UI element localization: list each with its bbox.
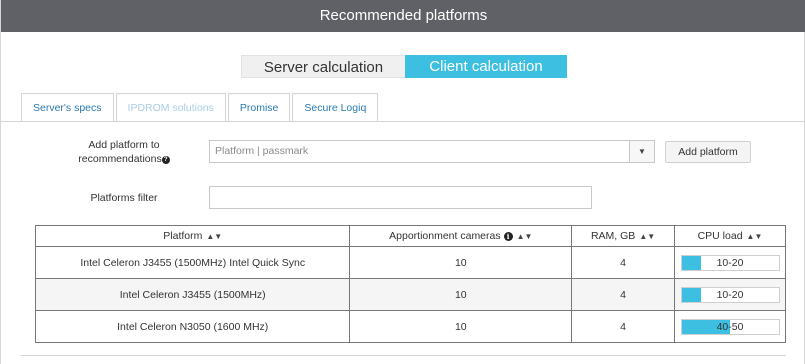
column-label: RAM, GB [590, 230, 636, 242]
sort-arrows-icon: ▲▼ [639, 232, 656, 241]
sort-arrows-icon: ▲▼ [206, 232, 223, 241]
table-header-row: Platform ▲▼ Apportionment cameras i ▲▼ RAM,… [34, 225, 786, 247]
cpu-load-cell: 10-20 [674, 246, 786, 279]
platforms-filter-input[interactable] [209, 186, 592, 209]
server-calculation-button[interactable]: Server calculation [241, 55, 405, 78]
platforms-filter-label: Platforms filter [90, 192, 158, 204]
calculation-mode-toggle: Server calculation Client calculation [241, 55, 567, 78]
column-label: Apportionment cameras [389, 230, 501, 242]
cameras-cell: 10 [349, 310, 573, 343]
tab-secure-logiq[interactable]: Secure Logiq [292, 93, 379, 122]
column-label: Platform [163, 230, 203, 242]
table-row[interactable]: Intel Celeron J3455 (1500MHz) Intel Quic… [34, 246, 786, 279]
table-row[interactable]: Intel Celeron J3455 (1500MHz) 10 4 10-20 [34, 278, 786, 311]
tab-bar: Server's specs IPDROM solutions Promise … [21, 93, 380, 122]
client-calculation-button[interactable]: Client calculation [405, 55, 567, 78]
column-header-cpu-load[interactable]: CPU load ▲▼ [674, 225, 786, 247]
tab-servers-specs[interactable]: Server's specs [21, 93, 114, 122]
platform-cell: Intel Celeron J3455 (1500MHz) Intel Quic… [34, 246, 351, 279]
column-header-platform[interactable]: Platform ▲▼ [34, 225, 351, 247]
cpu-load-value: 10-20 [716, 288, 744, 301]
info-circle-icon[interactable]: i [503, 232, 513, 241]
platform-cell: Intel Celeron J3455 (1500MHz) [34, 278, 351, 311]
caret-down-icon[interactable]: ▼ [630, 140, 655, 163]
column-header-apportionment-cameras[interactable]: Apportionment cameras i ▲▼ [349, 225, 573, 247]
ram-cell: 4 [571, 310, 675, 343]
ram-cell: 4 [571, 278, 675, 311]
ram-cell: 4 [571, 246, 675, 279]
bottom-divider [21, 355, 786, 356]
cpu-load-value: 40-50 [716, 320, 744, 333]
tab-promise[interactable]: Promise [227, 93, 291, 122]
add-platform-button[interactable]: Add platform [665, 141, 751, 163]
column-header-ram[interactable]: RAM, GB ▲▼ [571, 225, 675, 247]
column-label: CPU load [697, 230, 743, 242]
cpu-load-cell: 40-50 [674, 310, 786, 343]
cpu-load-bar: 40-50 [680, 318, 780, 335]
cpu-load-bar: 10-20 [680, 254, 780, 271]
question-circle-icon[interactable]: ? [161, 156, 170, 164]
cpu-load-bar: 10-20 [680, 286, 780, 303]
add-platform-label-line1: Add platform to [88, 139, 160, 151]
cameras-cell: 10 [349, 246, 573, 279]
tabs-divider [1, 121, 805, 122]
platform-select-input[interactable]: Platform | passmark [209, 140, 630, 163]
dialog-title: Recommended platforms [1, 0, 805, 32]
add-platform-label-line2: recommendations [78, 153, 162, 165]
platforms-table: Platform ▲▼ Apportionment cameras i ▲▼ RAM,… [34, 225, 786, 343]
recommended-platforms-dialog: Recommended platforms Server calculation… [0, 0, 805, 364]
cpu-load-value: 10-20 [716, 256, 744, 269]
cameras-cell: 10 [349, 278, 573, 311]
add-platform-label: Add platform to recommendations? [61, 138, 187, 166]
cpu-load-cell: 10-20 [674, 278, 786, 311]
sort-arrows-icon: ▲▼ [746, 232, 763, 241]
table-row[interactable]: Intel Celeron N3050 (1600 MHz) 10 4 40-5… [34, 310, 786, 343]
tab-ipdrom-solutions[interactable]: IPDROM solutions [115, 93, 226, 122]
sort-arrows-icon: ▲▼ [516, 232, 533, 241]
platform-cell: Intel Celeron N3050 (1600 MHz) [34, 310, 351, 343]
